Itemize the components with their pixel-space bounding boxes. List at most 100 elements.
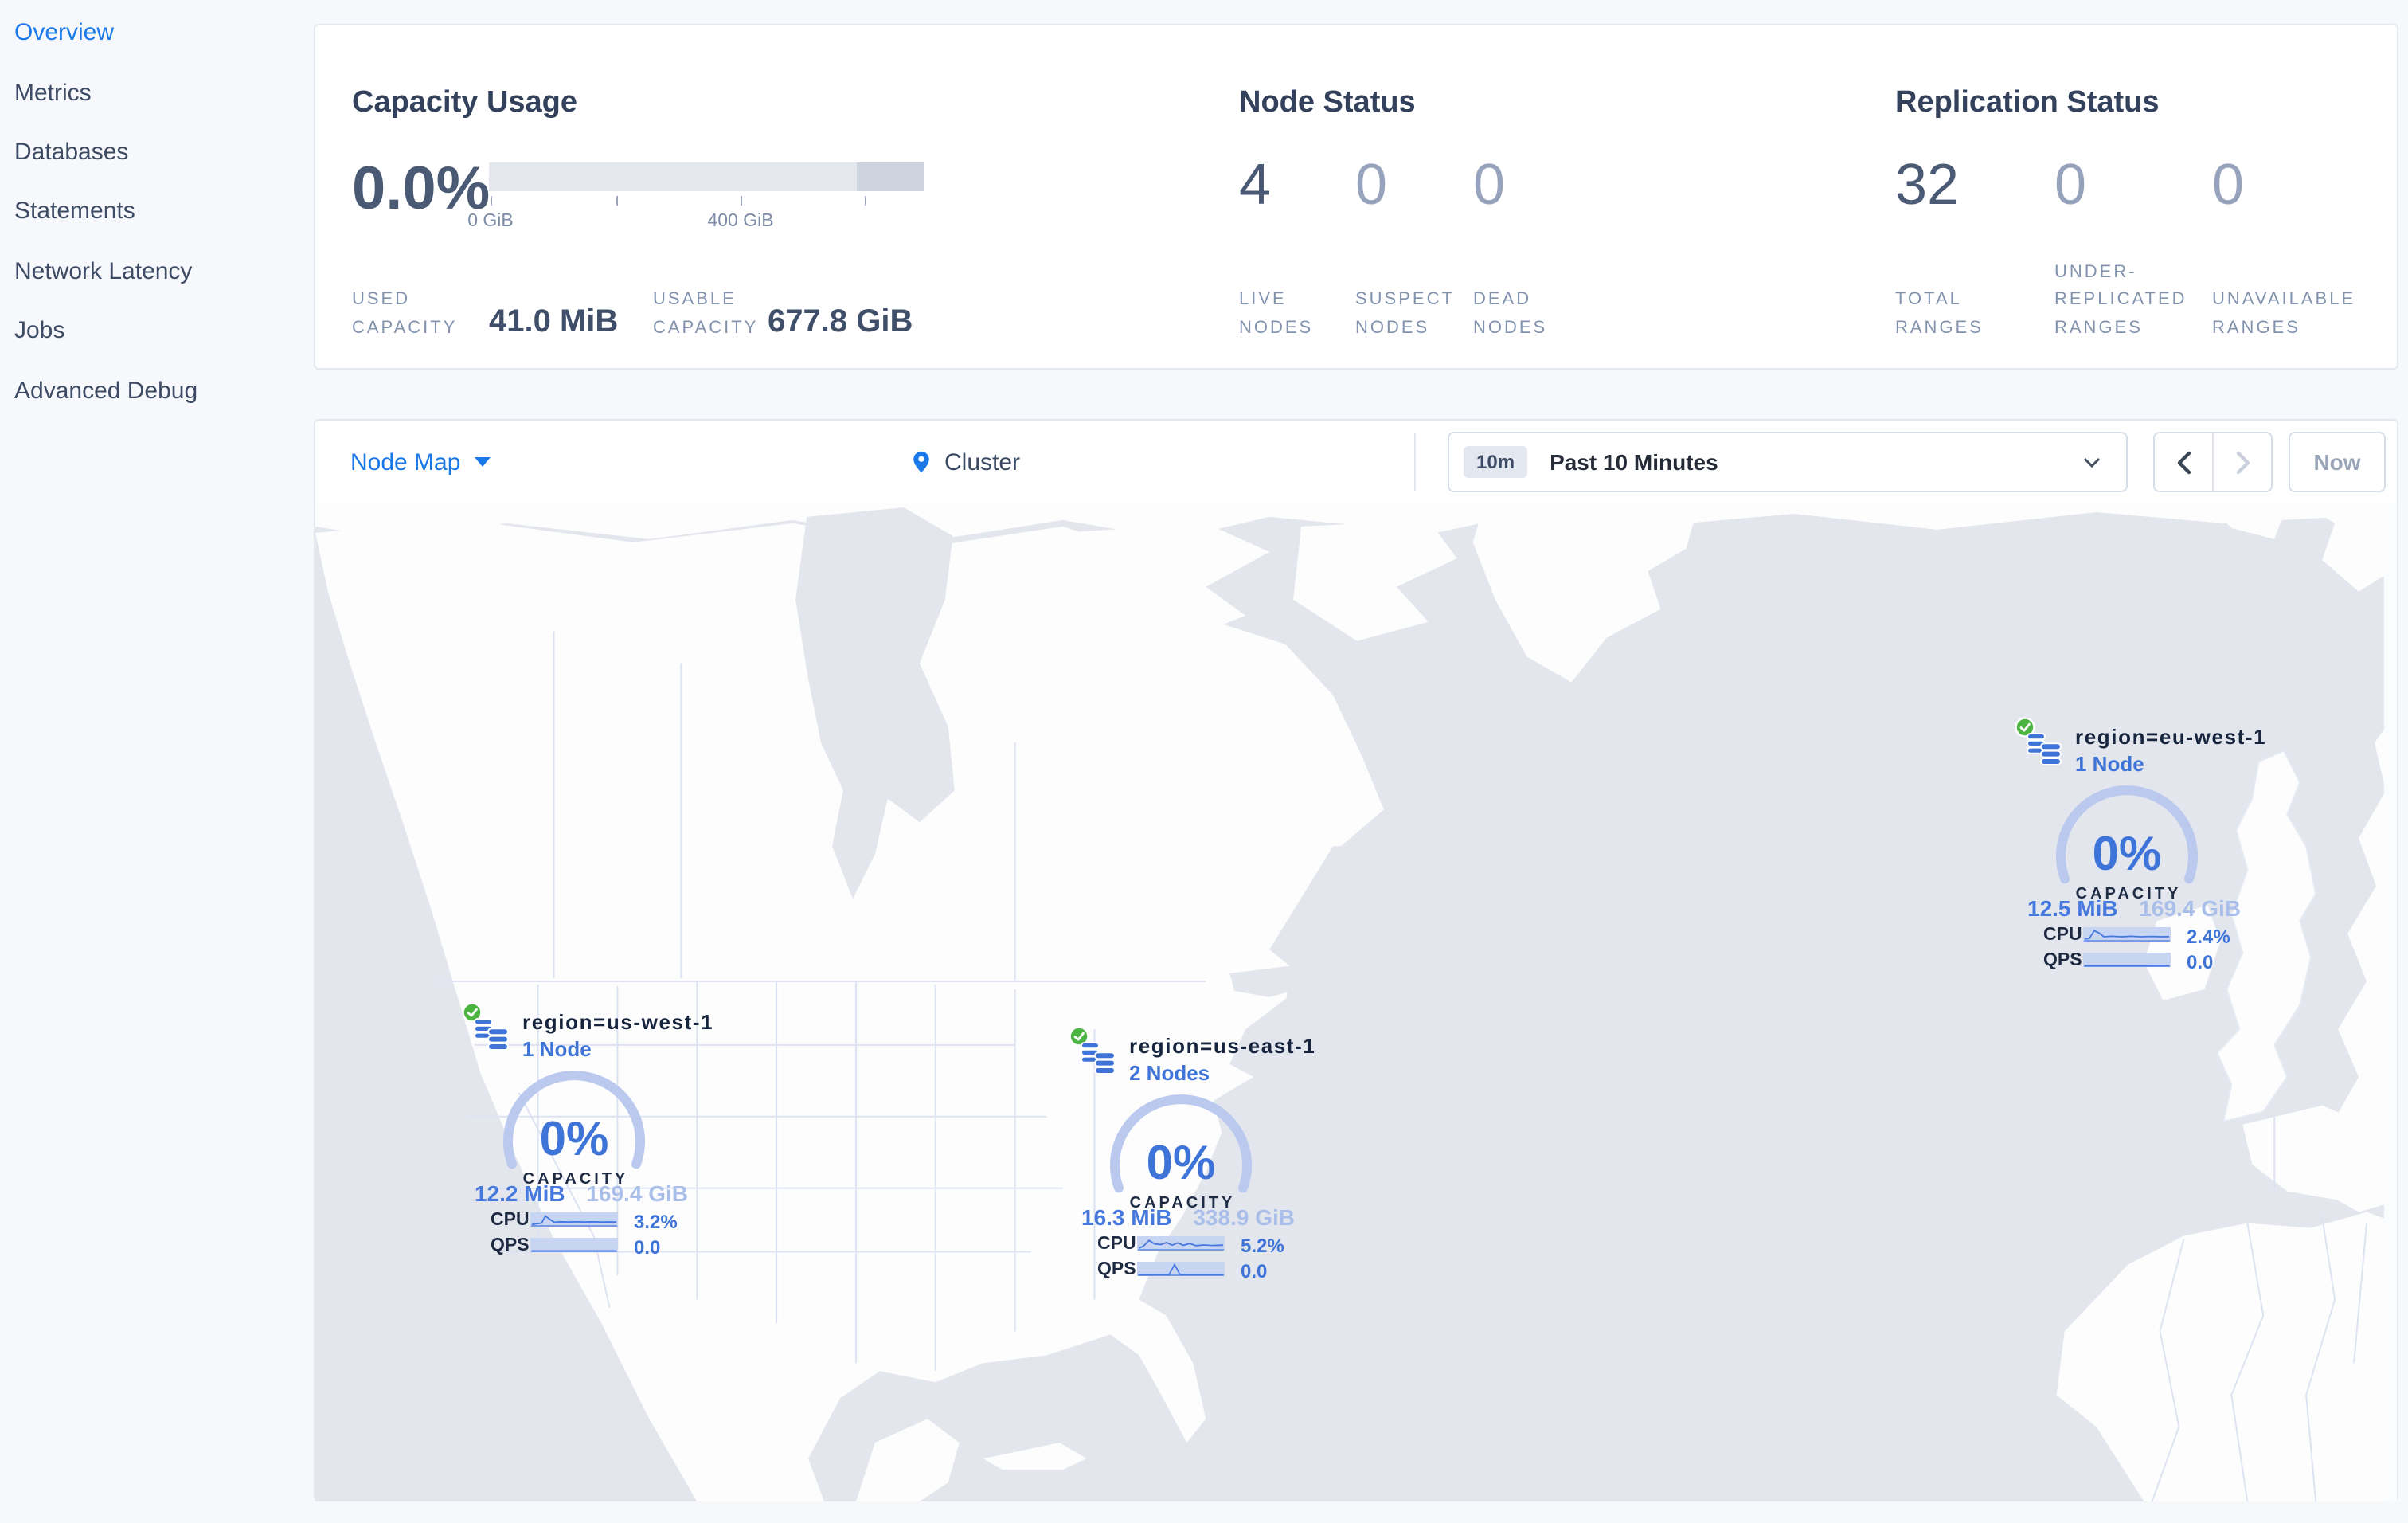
region-marker-us-east-1[interactable]: region=us-east-1 2 Nodes 0% CAPACITY 16.…	[1059, 1026, 1315, 1284]
region-used-capacity: 12.5 MiB	[2027, 895, 2118, 921]
qps-value: 0.0	[634, 1236, 661, 1259]
sidebar-item-network-latency[interactable]: Network Latency	[0, 241, 314, 301]
chevron-left-icon	[2176, 450, 2191, 474]
sidebar-item-statements[interactable]: Statements	[0, 182, 314, 241]
cluster-summary-panel: Capacity Usage 0.0% 0 GiB 400 GiB USED C…	[314, 24, 2398, 370]
region-used-capacity: 12.2 MiB	[475, 1180, 565, 1206]
map-pin-icon	[913, 451, 929, 473]
gauge-percent: 0%	[2093, 827, 2162, 880]
qps-label: QPS	[491, 1236, 530, 1255]
total-ranges-stat: 32 TOTAL RANGES	[1895, 151, 2016, 343]
database-icon	[474, 1018, 509, 1051]
region-total-capacity: 338.9 GiB	[1193, 1204, 1295, 1230]
unavailable-ranges-stat: 0 UNAVAILABLE RANGES	[2212, 151, 2362, 343]
caret-down-icon	[475, 457, 491, 467]
unavailable-ranges-label: UNAVAILABLE RANGES	[2212, 290, 2356, 337]
sidebar-item-jobs[interactable]: Jobs	[0, 301, 314, 361]
view-selector-dropdown[interactable]: Node Map	[350, 421, 491, 503]
region-marker-eu-west-1[interactable]: region=eu-west-1 1 Node 0% CAPACITY 12.5…	[2005, 717, 2265, 975]
usable-capacity-label: USABLE CAPACITY	[653, 290, 759, 337]
dead-nodes-value: 0	[1473, 151, 1506, 217]
sidebar-item-overview[interactable]: Overview	[0, 3, 314, 63]
live-nodes-stat: 4 LIVE NODES	[1239, 151, 1341, 343]
database-icon	[1081, 1042, 1116, 1075]
sidebar-item-databases[interactable]: Databases	[0, 123, 314, 182]
capacity-axis-label-400: 400 GiB	[707, 212, 774, 231]
gauge-percent: 0%	[1147, 1136, 1216, 1189]
cluster-breadcrumb-label: Cluster	[944, 448, 1021, 476]
cpu-sparkline	[530, 1212, 618, 1227]
sidebar: Overview Metrics Databases Statements Ne…	[0, 0, 314, 1523]
qps-label: QPS	[1097, 1260, 1136, 1279]
replication-status-stats: 32 TOTAL RANGES 0 UNDER-REPLICATED RANGE…	[1895, 151, 2362, 343]
dead-nodes-label: DEAD NODES	[1473, 290, 1548, 337]
region-name: region=eu-west-1	[2075, 725, 2267, 749]
cluster-breadcrumb[interactable]: Cluster	[909, 421, 1020, 503]
under-replicated-ranges-value: 0	[2054, 151, 2087, 217]
qps-label: QPS	[2043, 951, 2082, 970]
under-replicated-ranges-label: UNDER-REPLICATED RANGES	[2054, 262, 2187, 337]
capacity-bar-reserved-segment	[857, 162, 924, 191]
cpu-sparkline	[1137, 1236, 1225, 1251]
page: Overview Metrics Databases Statements Ne…	[0, 0, 2408, 1523]
region-used-capacity: 16.3 MiB	[1081, 1204, 1172, 1230]
region-total-capacity: 169.4 GiB	[2139, 895, 2241, 921]
now-button[interactable]: Now	[2289, 432, 2386, 492]
live-nodes-label: LIVE NODES	[1239, 290, 1314, 337]
node-status-title: Node Status	[1239, 85, 1416, 119]
time-range-dropdown[interactable]: 10m Past 10 Minutes	[1448, 432, 2128, 492]
under-replicated-ranges-stat: 0 UNDER-REPLICATED RANGES	[2054, 151, 2204, 343]
region-node-count: 1 Node	[522, 1037, 592, 1061]
cpu-value: 5.2%	[1241, 1235, 1284, 1257]
region-name: region=us-east-1	[1129, 1034, 1316, 1058]
capacity-axis-tick	[741, 196, 742, 206]
capacity-axis-tick	[491, 196, 492, 206]
capacity-bar	[489, 162, 924, 191]
time-range-label: Past 10 Minutes	[1550, 449, 1718, 475]
region-marker-us-west-1[interactable]: region=us-west-1 1 Node 0% CAPACITY 12.2…	[452, 1002, 713, 1260]
region-node-count: 1 Node	[2075, 752, 2144, 776]
usable-capacity-value: 677.8 GiB	[768, 304, 913, 339]
map-edge	[2384, 503, 2397, 1502]
time-step-back-button[interactable]	[2155, 433, 2212, 491]
node-status-stats: 4 LIVE NODES 0 SUSPECT NODES 0 DEAD NODE…	[1239, 151, 1572, 343]
unavailable-ranges-value: 0	[2212, 151, 2245, 217]
total-ranges-label: TOTAL RANGES	[1895, 290, 1984, 337]
view-selector-label: Node Map	[350, 448, 461, 476]
suspect-nodes-value: 0	[1355, 151, 1388, 217]
qps-sparkline	[2083, 953, 2171, 967]
node-map-panel: Node Map Cluster 10m Past 10 Minutes Now…	[314, 419, 2398, 1502]
database-icon	[2027, 733, 2062, 765]
qps-value: 0.0	[2187, 951, 2214, 973]
qps-value: 0.0	[1241, 1260, 1268, 1282]
cpu-value: 3.2%	[634, 1211, 678, 1233]
cpu-sparkline	[2083, 927, 2171, 942]
time-range-badge: 10m	[1464, 446, 1528, 478]
region-node-count: 2 Nodes	[1129, 1061, 1210, 1085]
cpu-value: 2.4%	[2187, 926, 2230, 948]
capacity-usage-title: Capacity Usage	[352, 85, 578, 119]
cpu-label: CPU	[2043, 926, 2082, 945]
qps-sparkline	[1137, 1262, 1225, 1276]
used-capacity-value: 41.0 MiB	[489, 304, 619, 339]
suspect-nodes-label: SUSPECT NODES	[1355, 290, 1455, 337]
used-capacity-label: USED CAPACITY	[352, 290, 458, 337]
toolbar-divider	[1414, 433, 1416, 491]
gauge-percent: 0%	[540, 1112, 609, 1165]
now-button-label: Now	[2313, 449, 2361, 475]
sidebar-item-metrics[interactable]: Metrics	[0, 63, 314, 123]
region-name: region=us-west-1	[522, 1010, 714, 1034]
suspect-nodes-stat: 0 SUSPECT NODES	[1355, 151, 1460, 343]
cpu-label: CPU	[491, 1211, 530, 1230]
time-step-forward-button[interactable]	[2212, 433, 2271, 491]
chevron-down-icon	[2083, 456, 2101, 468]
total-ranges-value: 32	[1895, 151, 1960, 217]
region-total-capacity: 169.4 GiB	[586, 1180, 688, 1206]
chevron-right-icon	[2235, 450, 2250, 474]
sidebar-item-advanced-debug[interactable]: Advanced Debug	[0, 361, 314, 421]
qps-sparkline	[530, 1238, 618, 1252]
live-nodes-value: 4	[1239, 151, 1272, 217]
map-toolbar: Node Map Cluster 10m Past 10 Minutes Now	[315, 421, 2397, 503]
capacity-axis-tick	[865, 196, 866, 206]
time-step-control	[2153, 432, 2273, 492]
